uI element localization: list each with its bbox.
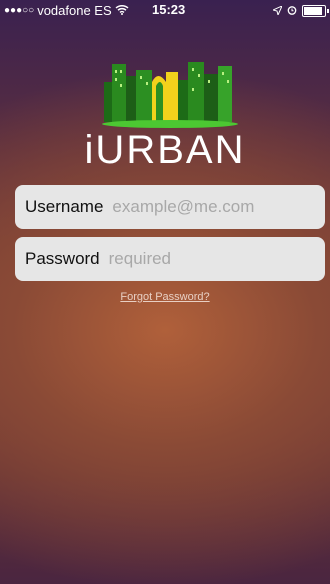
location-arrow-icon xyxy=(271,3,283,18)
app-logo-text: iURBAN xyxy=(84,128,246,172)
carrier-name: vodafone ES xyxy=(37,3,112,18)
password-label: Password xyxy=(25,249,100,268)
status-time: 15:23 xyxy=(152,2,186,17)
wifi-icon xyxy=(115,3,129,18)
status-bar: ●●●○○ vodafone ES 15:23 xyxy=(0,0,330,20)
username-field[interactable]: Username xyxy=(15,185,325,229)
forgot-password-link[interactable]: Forgot Password? xyxy=(0,291,330,303)
signal-strength-icon: ●●●○○ xyxy=(4,5,35,16)
battery-level xyxy=(304,6,322,15)
username-label: Username xyxy=(25,197,104,216)
username-input[interactable] xyxy=(112,197,283,217)
status-left: ●●●○○ vodafone ES xyxy=(4,3,129,18)
status-right xyxy=(271,3,329,18)
app-logo-skyline xyxy=(100,44,240,134)
password-field[interactable]: Password xyxy=(15,237,325,281)
password-input[interactable] xyxy=(108,249,279,269)
alarm-icon xyxy=(287,3,297,18)
battery-icon xyxy=(302,4,329,17)
